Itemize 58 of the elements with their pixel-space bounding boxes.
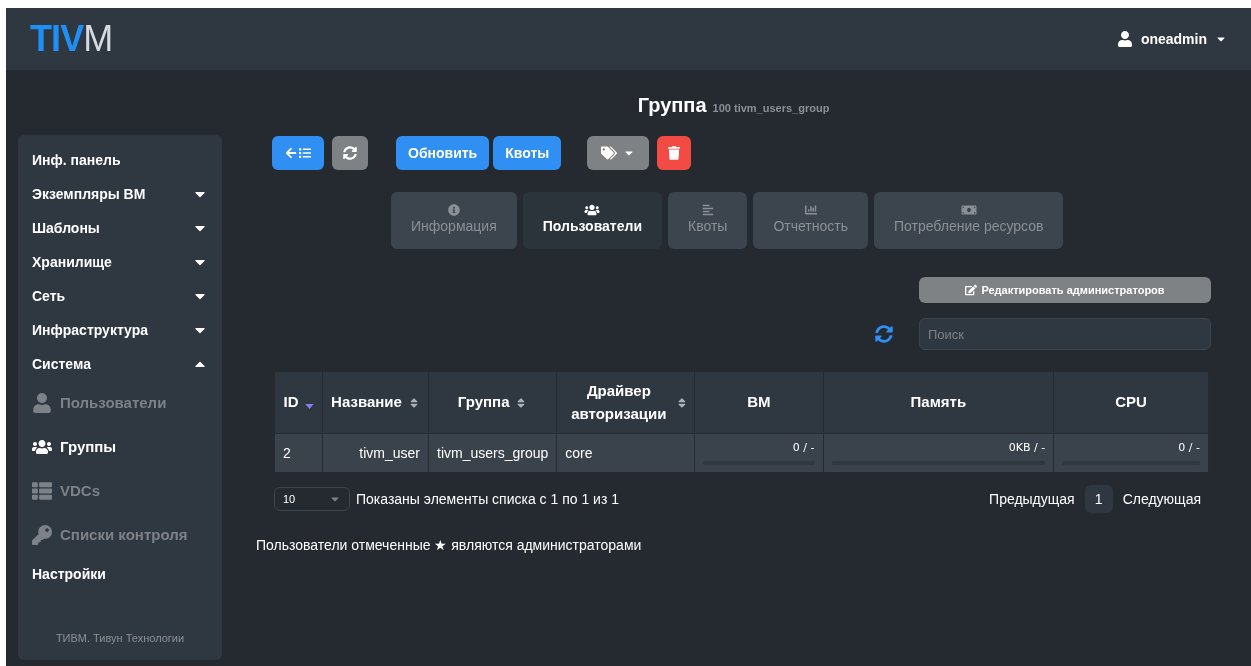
banknote-icon (960, 204, 977, 216)
page-size-select[interactable]: 10 (274, 487, 350, 511)
logo: TIVM (30, 21, 113, 57)
sidebar-subitem[interactable]: Группы (32, 425, 208, 469)
column-header[interactable]: ID (274, 371, 323, 434)
sidebar-item[interactable]: Сеть (32, 279, 208, 313)
tags-icon (601, 145, 618, 161)
pagination-info: Показаны элементы списка с 1 по 1 из 1 (356, 489, 620, 509)
info-icon (447, 204, 460, 216)
sidebar-item[interactable]: Система (32, 347, 208, 381)
refresh-button[interactable] (332, 136, 368, 170)
table-cell: tivm_user (322, 433, 429, 473)
tab[interactable]: Пользователи (522, 192, 662, 249)
key-icon (32, 525, 52, 545)
user-icon (1116, 31, 1133, 47)
table-cell: tivm_users_group (428, 433, 557, 473)
column-header[interactable]: Группа (428, 371, 557, 434)
edit-icon (965, 284, 978, 296)
previous-page-link[interactable]: Предыдущая (989, 488, 1075, 510)
user-menu[interactable]: oneadmin (1116, 28, 1227, 50)
column-header: CPU (1053, 371, 1209, 434)
user-icon (32, 393, 52, 413)
refresh-icon[interactable] (875, 325, 893, 343)
page-title: Группа (637, 93, 707, 118)
users-icon (32, 437, 52, 457)
lines-icon (701, 204, 714, 216)
bar-chart-icon (804, 204, 817, 216)
column-header[interactable]: Драйвер авторизации (556, 371, 695, 434)
table-cell: core (556, 433, 695, 473)
quota-reading: 0KB / - (1008, 440, 1046, 456)
list-icon (32, 481, 52, 501)
sidebar-item[interactable]: Шаблоны (32, 211, 208, 245)
table-cell: 2 (274, 433, 323, 473)
users-icon (584, 204, 601, 216)
back-to-list-button[interactable] (272, 136, 324, 170)
trash-icon (668, 146, 681, 160)
refresh-icon (343, 146, 357, 160)
sidebar-item[interactable]: Хранилище (32, 245, 208, 279)
sidebar-item[interactable]: Настройки (32, 557, 208, 591)
sidebar-item[interactable]: Инфраструктура (32, 313, 208, 347)
page-subtitle: 100 tivm_users_group (712, 101, 830, 116)
column-header: Память (823, 371, 1054, 434)
admin-note: Пользователи отмеченные ★ являются администраторами (256, 536, 643, 555)
edit-admins-button[interactable]: Редактировать администраторов (919, 277, 1211, 303)
quota-reading: 0 / - (792, 440, 815, 456)
arrow-left-icon (285, 147, 297, 159)
sidebar-item[interactable]: Экземпляры ВМ (32, 177, 208, 211)
column-header[interactable]: Название (322, 371, 429, 434)
search-field[interactable]: Поиск (919, 318, 1211, 350)
delete-button[interactable] (657, 136, 692, 170)
list-icon (299, 147, 311, 159)
sidebar-footer: ТИВМ. Тивун Технологии (32, 629, 208, 660)
page-number-button[interactable]: 1 (1084, 485, 1113, 513)
sidebar-item[interactable]: Инф. панель (32, 143, 208, 177)
column-header: ВМ (694, 371, 823, 434)
quota-reading: 0 / - (1178, 440, 1200, 456)
labels-dropdown-button[interactable] (587, 136, 650, 170)
next-page-link[interactable]: Следующая (1122, 488, 1201, 510)
